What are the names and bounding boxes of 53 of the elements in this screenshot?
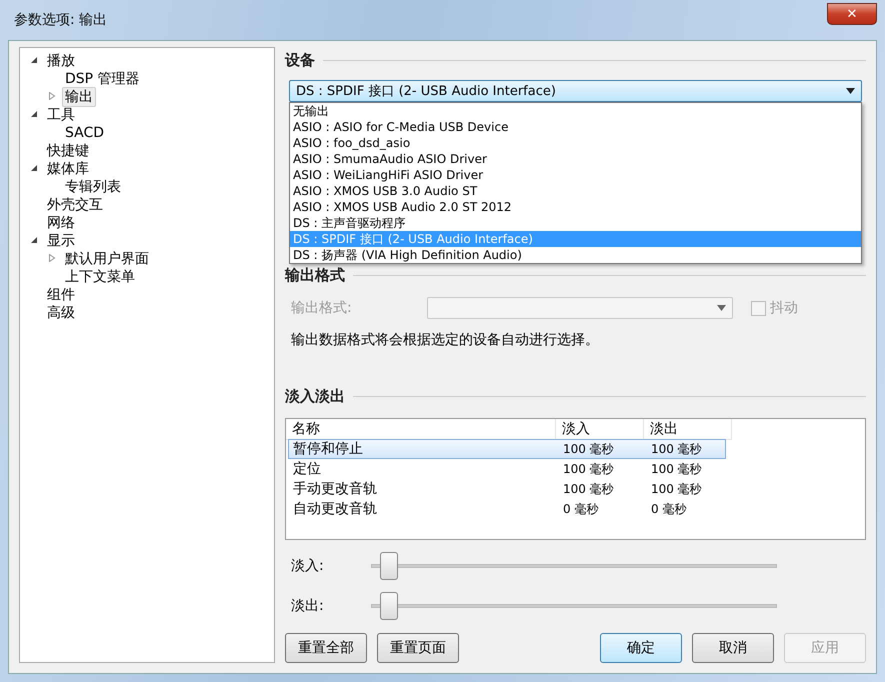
- dialog-button[interactable]: 重置全部: [285, 633, 367, 663]
- note-text: 输出数据格式将会根据选定的设备自动进行选择。: [291, 331, 600, 349]
- tree-item[interactable]: 工具: [44, 105, 78, 125]
- collapsed-triangle-icon[interactable]: [48, 254, 56, 262]
- field-label: 输出格式:: [291, 299, 353, 317]
- slider-label: 淡出:: [291, 597, 325, 615]
- dropdown-option[interactable]: DS : 主声音驱动程序: [290, 215, 861, 231]
- caret-icon: [846, 88, 855, 94]
- tree-item[interactable]: 高级: [44, 303, 78, 323]
- tree-item[interactable]: DSP 管理器: [62, 69, 143, 89]
- dialog-button[interactable]: 确定: [600, 633, 682, 663]
- dropdown-option[interactable]: DS : 扬声器 (VIA High Definition Audio): [290, 247, 861, 263]
- section-title: 设备: [285, 51, 315, 70]
- tree-item[interactable]: 显示: [44, 231, 78, 251]
- table-row[interactable]: 手动更改音轨 100 毫秒 100 毫秒: [288, 479, 726, 499]
- table-row[interactable]: 暂停和停止 100 毫秒 100 毫秒: [288, 439, 726, 459]
- dropdown-option[interactable]: ASIO : XMOS USB 3.0 Audio ST: [290, 183, 861, 199]
- slider-label: 淡入:: [291, 557, 325, 575]
- expanded-triangle-icon[interactable]: [30, 164, 38, 172]
- dropdown-option[interactable]: ASIO : SmumaAudio ASIO Driver: [290, 151, 861, 167]
- tree-item[interactable]: SACD: [62, 124, 108, 142]
- tree-item[interactable]: 网络: [44, 213, 78, 233]
- dropdown-option[interactable]: ASIO : XMOS USB Audio 2.0 ST 2012: [290, 199, 861, 215]
- tree-item[interactable]: 快捷键: [44, 141, 92, 161]
- tree-item[interactable]: 专辑列表: [62, 177, 124, 197]
- tree-item[interactable]: 外壳交互: [44, 195, 106, 215]
- dropdown-option[interactable]: ASIO : foo_dsd_asio: [290, 135, 861, 151]
- tree-item[interactable]: 输出: [62, 87, 96, 107]
- dialog-button[interactable]: 取消: [692, 633, 774, 663]
- collapsed-triangle-icon[interactable]: [48, 92, 56, 100]
- caret-icon: [717, 305, 726, 311]
- expanded-triangle-icon[interactable]: [30, 110, 38, 118]
- dropdown-option[interactable]: ASIO : WeiLiangHiFi ASIO Driver: [290, 167, 861, 183]
- expanded-triangle-icon[interactable]: [30, 236, 38, 244]
- slider-thumb[interactable]: [380, 552, 398, 580]
- tree-item[interactable]: 媒体库: [44, 159, 92, 179]
- window-title: 参数选项: 输出: [13, 11, 108, 29]
- tree-item[interactable]: 默认用户界面: [62, 249, 152, 269]
- tree-item[interactable]: 播放: [44, 51, 78, 71]
- section-title: 输出格式: [285, 266, 345, 285]
- dropdown-value: DS : SPDIF 接口 (2- USB Audio Interface): [296, 83, 556, 100]
- expanded-triangle-icon[interactable]: [30, 56, 38, 64]
- tree-item[interactable]: 组件: [44, 285, 78, 305]
- dropdown-option[interactable]: 无输出: [290, 103, 861, 119]
- dialog-button[interactable]: 重置页面: [377, 633, 459, 663]
- slider-thumb[interactable]: [380, 592, 398, 620]
- device-dropdown[interactable]: DS : SPDIF 接口 (2- USB Audio Interface): [289, 80, 862, 102]
- table-row[interactable]: 定位 100 毫秒 100 毫秒: [288, 459, 726, 479]
- tree-item[interactable]: 上下文菜单: [62, 267, 138, 287]
- section-title: 淡入淡出: [285, 387, 345, 406]
- close-button[interactable]: ✕: [827, 3, 877, 25]
- table-row[interactable]: 自动更改音轨 0 毫秒 0 毫秒: [288, 499, 726, 519]
- dropdown-option[interactable]: ASIO : ASIO for C-Media USB Device: [290, 119, 861, 135]
